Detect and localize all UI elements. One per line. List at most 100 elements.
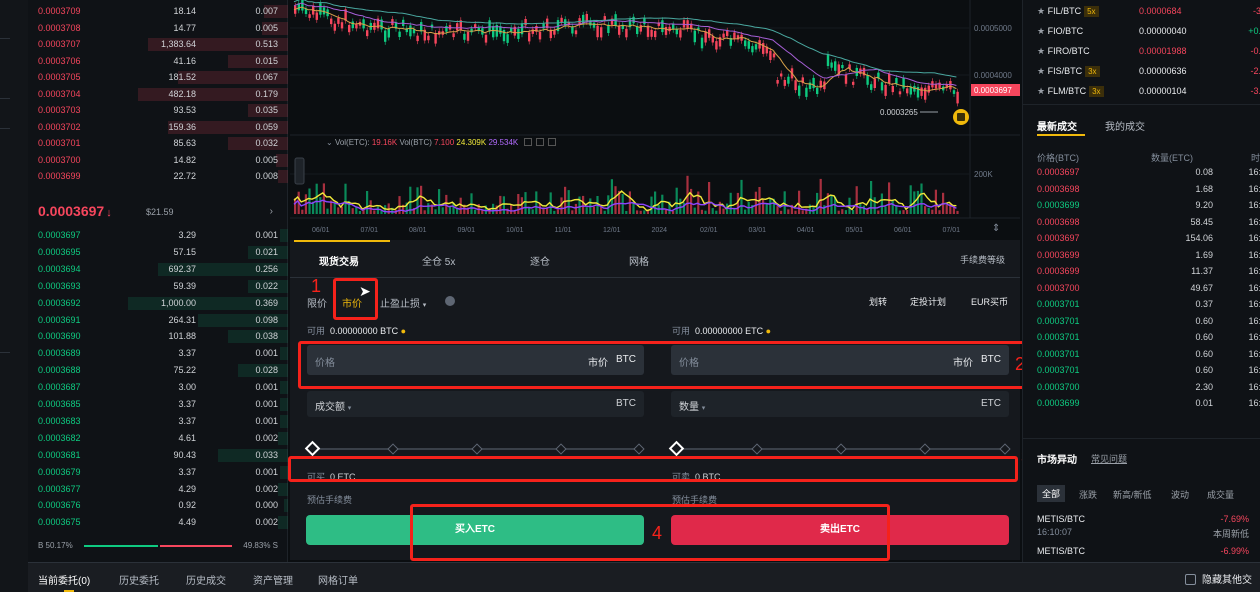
bid-qty: 3.37 xyxy=(178,399,196,409)
bid-row[interactable]: 0.0003693 59.39 0.022 xyxy=(28,278,288,295)
trade-time: 16: xyxy=(1248,332,1260,342)
bid-row[interactable]: 0.0003688 75.22 0.028 xyxy=(28,362,288,379)
ask-row[interactable]: 0.0003706 41.16 0.015 xyxy=(28,53,288,70)
tab-order-history[interactable]: 历史委托 xyxy=(119,572,159,587)
bid-row[interactable]: 0.0003695 57.15 0.021 xyxy=(28,244,288,261)
legend-settings-icon[interactable] xyxy=(536,138,545,146)
bid-row[interactable]: 0.0003685 3.37 0.001 xyxy=(28,396,288,413)
mv-tab-high-low[interactable]: 新高/新低 xyxy=(1113,488,1152,501)
ask-row[interactable]: 0.0003705 181.52 0.067 xyxy=(28,69,288,86)
trade-row: 0.0003699 0.01 16: xyxy=(1037,396,1260,412)
transfer-link[interactable]: 划转 xyxy=(869,295,887,308)
market-list-item[interactable]: ★ FIL/BTC 5x 0.0000684 -3 xyxy=(1037,2,1260,22)
tab-isolated-margin[interactable]: 逐仓 xyxy=(530,253,550,268)
collapse-handle[interactable] xyxy=(294,157,305,185)
tab-spot[interactable]: 现货交易 xyxy=(319,253,359,268)
bid-row[interactable]: 0.0003677 4.29 0.002 xyxy=(28,481,288,498)
tab-grid-orders[interactable]: 网格订单 xyxy=(318,572,358,587)
trade-row: 0.0003701 0.60 16: xyxy=(1037,330,1260,346)
x-axis-label: 09/01 xyxy=(458,227,476,234)
info-icon[interactable] xyxy=(445,296,455,306)
tab-latest-trades[interactable]: 最新成交 xyxy=(1037,118,1077,133)
ask-row[interactable]: 0.0003699 22.72 0.008 xyxy=(28,168,288,185)
bid-row[interactable]: 0.0003694 692.37 0.256 xyxy=(28,261,288,278)
bid-row[interactable]: 0.0003692 1,000.00 0.369 xyxy=(28,295,288,312)
ask-row[interactable]: 0.0003704 482.18 0.179 xyxy=(28,86,288,103)
sell-quantity-input[interactable]: 数量 ▾ ETC xyxy=(671,391,1009,417)
eur-buy-link[interactable]: EUR买币 xyxy=(971,295,1008,308)
bid-total: 0.001 xyxy=(255,382,278,393)
mv-tab-change[interactable]: 涨跌 xyxy=(1079,488,1097,501)
hide-other-pairs-checkbox[interactable]: 隐藏其他交 xyxy=(1185,571,1252,586)
market-list-item[interactable]: ★ FIRO/BTC 0.00001988 -0. xyxy=(1037,42,1260,62)
bid-row[interactable]: 0.0003687 3.00 0.001 xyxy=(28,379,288,396)
star-icon[interactable]: ★ xyxy=(1037,6,1045,16)
tab-trade-history[interactable]: 历史成交 xyxy=(186,572,226,587)
x-axis-label: 12/01 xyxy=(603,227,621,234)
mv-tab-all[interactable]: 全部 xyxy=(1037,485,1066,502)
chevron-right-icon[interactable]: › xyxy=(270,206,273,217)
bid-row[interactable]: 0.0003679 3.37 0.001 xyxy=(28,464,288,481)
ask-row[interactable]: 0.0003707 1,383.64 0.513 xyxy=(28,36,288,53)
order-type-stop[interactable]: 止盈止损 ▾ xyxy=(380,295,426,310)
legend-close-icon[interactable] xyxy=(548,138,557,146)
auto-invest-link[interactable]: 定投计划 xyxy=(910,295,946,308)
bid-price: 0.0003677 xyxy=(38,483,81,494)
ask-total: 0.007 xyxy=(255,6,278,16)
ask-row[interactable]: 0.0003702 159.36 0.059 xyxy=(28,119,288,136)
legend-settings-icon[interactable] xyxy=(524,138,533,146)
volume-bar xyxy=(787,209,790,214)
tab-open-orders[interactable]: 当前委托(0) xyxy=(38,572,90,587)
bid-qty: 57.15 xyxy=(173,246,196,257)
market-move-item[interactable]: METIS/BTC -6.99% xyxy=(1037,546,1260,560)
annotation-number-1: 1 xyxy=(311,276,322,296)
bid-price: 0.0003693 xyxy=(38,280,81,291)
volume-legend: ⌄ Vol(ETC): 19.16K Vol(BTC) 7.100 24.309… xyxy=(326,138,557,147)
tab-assets[interactable]: 资产管理 xyxy=(253,572,293,587)
star-icon[interactable]: ★ xyxy=(1037,86,1045,96)
volume-bar xyxy=(916,190,919,214)
fee-level-link[interactable]: 手续费等级 xyxy=(960,253,1005,266)
star-icon[interactable]: ★ xyxy=(1037,26,1045,36)
market-list-item[interactable]: ★ FIO/BTC 0.00000040 +0. xyxy=(1037,22,1260,42)
bid-row[interactable]: 0.0003681 90.43 0.033 xyxy=(28,447,288,464)
order-type-limit[interactable]: 限价 xyxy=(307,295,327,310)
trade-row: 0.0003699 9.20 16: xyxy=(1037,198,1260,214)
tab-grid[interactable]: 网格 xyxy=(629,253,649,268)
star-icon[interactable]: ★ xyxy=(1037,46,1045,56)
bid-row[interactable]: 0.0003691 264.31 0.098 xyxy=(28,312,288,329)
bid-row[interactable]: 0.0003683 3.37 0.001 xyxy=(28,413,288,430)
current-price-tag: 0.0003697 xyxy=(974,86,1012,95)
bid-price: 0.0003676 xyxy=(38,500,81,511)
candlestick-chart[interactable]: 0.0005000 0.0004000 200K 0.0003697 0.000… xyxy=(290,0,1020,240)
bid-row[interactable]: 0.0003697 3.29 0.001 xyxy=(28,227,288,244)
mv-tab-volume[interactable]: 成交量 xyxy=(1207,488,1234,501)
sell-percent-slider[interactable] xyxy=(668,440,1013,457)
bid-row[interactable]: 0.0003689 3.37 0.001 xyxy=(28,345,288,362)
price-chart[interactable]: 0.0005000 0.0004000 200K 0.0003697 0.000… xyxy=(290,0,1020,240)
faq-link[interactable]: 常见问题 xyxy=(1091,452,1127,465)
buy-percent-slider[interactable] xyxy=(304,440,647,457)
trade-qty: 0.60 xyxy=(1195,315,1213,326)
bid-row[interactable]: 0.0003690 101.88 0.038 xyxy=(28,328,288,345)
bid-row[interactable]: 0.0003675 4.49 0.002 xyxy=(28,514,288,531)
tab-my-trades[interactable]: 我的成交 xyxy=(1105,118,1145,133)
tab-cross-margin[interactable]: 全仓 5x xyxy=(422,253,455,268)
ask-row[interactable]: 0.0003700 14.82 0.005 xyxy=(28,152,288,169)
star-icon[interactable]: ★ xyxy=(1037,66,1045,76)
bid-row[interactable]: 0.0003682 4.61 0.002 xyxy=(28,430,288,447)
market-move-item[interactable]: METIS/BTC 16:10:07 -7.69% 本周新低 xyxy=(1037,514,1260,544)
mv-tab-volatility[interactable]: 波动 xyxy=(1171,488,1189,501)
market-list-item[interactable]: ★ FLM/BTC 3x 0.00000104 -3. xyxy=(1037,82,1260,102)
trades-header-qty: 数量(ETC) xyxy=(1151,153,1193,163)
ask-row[interactable]: 0.0003701 85.63 0.032 xyxy=(28,135,288,152)
resize-icon[interactable]: ⇕ xyxy=(992,223,1000,234)
ask-row[interactable]: 0.0003708 14.77 0.005 xyxy=(28,20,288,37)
trade-price: 0.0003701 xyxy=(1037,348,1080,359)
market-list-item[interactable]: ★ FIS/BTC 3x 0.00000636 -2. xyxy=(1037,62,1260,82)
trade-price: 0.0003701 xyxy=(1037,299,1080,309)
ask-row[interactable]: 0.0003709 18.14 0.007 xyxy=(28,3,288,20)
ask-row[interactable]: 0.0003703 93.53 0.035 xyxy=(28,102,288,119)
bid-row[interactable]: 0.0003676 0.92 0.000 xyxy=(28,497,288,514)
buy-amount-input[interactable]: 成交额 ▾ BTC xyxy=(307,391,644,417)
